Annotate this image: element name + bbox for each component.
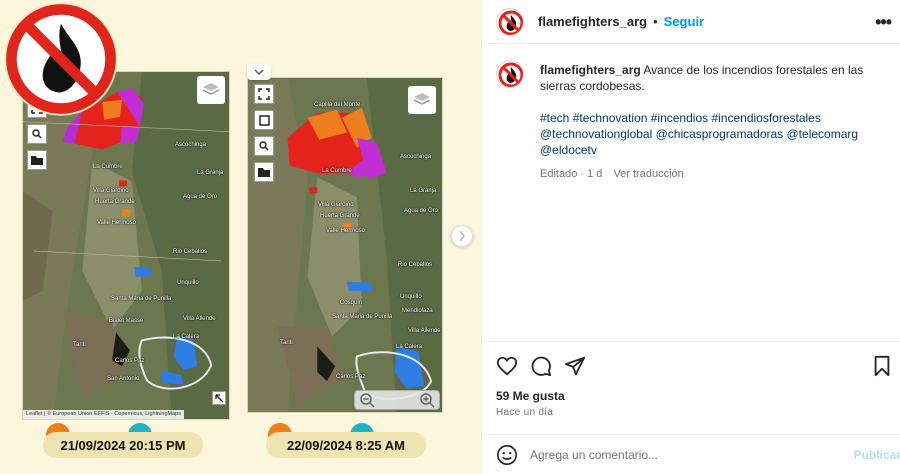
search-icon[interactable] — [254, 136, 274, 156]
map-attribution: Leaflet | © European Union EFFIS · Coper… — [23, 410, 184, 419]
map-place-label: Carlos Paz — [115, 358, 145, 364]
folder-icon[interactable] — [254, 162, 274, 182]
map-place-label: La Granja — [410, 188, 437, 194]
comment-bar: Publicar — [482, 434, 900, 474]
post-sidebar: flamefighters_arg • Seguir ••• flamefigh… — [481, 0, 900, 474]
map-place-label: La Granja — [197, 170, 224, 176]
map-place-label: Tanti — [280, 340, 293, 346]
map-place-label: Mendiolaza — [402, 308, 433, 314]
heart-icon[interactable] — [496, 355, 518, 377]
map-place-label: Tanti — [73, 342, 86, 348]
map-place-label: La Calera — [396, 344, 423, 350]
map-place-label: Cosquin — [340, 300, 363, 306]
map-place-label: Huerta Grande — [320, 213, 360, 219]
map-place-label: Villa Allende — [183, 316, 216, 322]
fullscreen-icon[interactable] — [254, 84, 274, 104]
map-place-label: Capilla del Monte — [314, 102, 361, 108]
map-place-label: Ascochinga — [400, 154, 432, 160]
caption-hashtags[interactable]: #tech #technovation #incendios #incendio… — [540, 110, 880, 158]
timestamp-caption: 21/09/2024 20:15 PM — [43, 432, 203, 458]
map-place-label: Agua de Oro — [404, 208, 439, 214]
caption-username[interactable]: flamefighters_arg — [540, 63, 641, 77]
post-header: flamefighters_arg • Seguir ••• — [482, 0, 900, 44]
username-link[interactable]: flamefighters_arg — [538, 14, 647, 29]
comment-input[interactable] — [530, 448, 830, 462]
map-place-label: Carlos Paz — [336, 374, 366, 380]
map-place-label: Rio Ceballos — [173, 249, 208, 255]
chevron-right-icon — [459, 230, 466, 242]
map-place-label: San Antonio — [107, 376, 140, 382]
caption-text-block: flamefighters_arg Avance de los incendio… — [540, 62, 880, 182]
layers-icon[interactable] — [408, 86, 436, 114]
see-translation-link[interactable]: Ver traducción — [613, 168, 683, 180]
map-place-label: Bialet Masse — [109, 318, 144, 324]
chevron-down-icon[interactable] — [247, 64, 271, 80]
map-place-label: La Cumbre — [322, 168, 352, 174]
post-actions — [482, 341, 900, 389]
fire-map-2[interactable]: Capilla del Monte Ascochinga La Cumbre L… — [247, 77, 443, 413]
map-place-label: Valle Hermoso — [97, 220, 136, 226]
map-place-label: Huerta Grande — [95, 199, 135, 205]
map-place-label: Villa Allende — [408, 328, 441, 334]
map-place-label: Rio Ceballos — [398, 262, 433, 268]
fire-map-1[interactable]: Ascochinga La Cumbre La Granja Villa Gia… — [22, 71, 230, 420]
folder-icon[interactable] — [27, 150, 47, 170]
map-place-label: Villa Giardino — [318, 202, 354, 208]
post-date: Hace un día — [496, 407, 554, 418]
no-fire-logo — [4, 2, 118, 116]
bookmark-icon[interactable] — [871, 355, 893, 377]
map-terrain — [248, 78, 442, 412]
map-zoom-controls[interactable] — [354, 390, 440, 410]
map-place-label: Ascochinga — [175, 142, 207, 148]
map-place-label: Agua de Oro — [183, 194, 218, 200]
map-place-label: Unquillo — [400, 294, 422, 300]
map-place-label: La Cumbre — [93, 164, 123, 170]
map-place-label: Santa Maria de Punilla — [332, 314, 393, 320]
search-icon[interactable] — [27, 124, 47, 144]
map-place-label: La Calera — [173, 334, 200, 340]
zoom-out-icon[interactable] — [359, 392, 375, 408]
zoom-in-icon[interactable] — [419, 392, 435, 408]
emoji-icon[interactable] — [496, 444, 518, 466]
expand-arrow-icon[interactable] — [212, 391, 226, 405]
post-media-carousel[interactable]: Ascochinga La Cumbre La Granja Villa Gia… — [0, 0, 481, 474]
more-options-icon[interactable]: ••• — [875, 12, 892, 33]
comment-icon[interactable] — [530, 355, 552, 377]
square-icon[interactable] — [254, 110, 274, 130]
publish-button[interactable]: Publicar — [854, 448, 900, 462]
map-place-label: Unquillo — [177, 280, 199, 286]
layers-icon[interactable] — [197, 76, 225, 104]
separator-dot: • — [653, 14, 658, 29]
follow-button[interactable]: Seguir — [664, 14, 704, 29]
likes-count[interactable]: 59 Me gusta — [496, 389, 565, 403]
timestamp-caption: 22/09/2024 8:25 AM — [266, 432, 426, 458]
map-terrain — [23, 72, 229, 419]
share-icon[interactable] — [564, 355, 586, 377]
edited-label: Editado · 1 d — [540, 168, 603, 180]
avatar[interactable] — [496, 60, 524, 88]
map-place-label: Villa Giardino — [93, 188, 129, 194]
caption-meta: Editado · 1 d Ver traducción — [540, 166, 880, 182]
carousel-next-button[interactable] — [451, 225, 473, 247]
map-place-label: Santa Maria de Punilla — [111, 296, 172, 302]
map-place-label: Valle Hermoso — [326, 228, 365, 234]
avatar[interactable] — [496, 7, 524, 36]
